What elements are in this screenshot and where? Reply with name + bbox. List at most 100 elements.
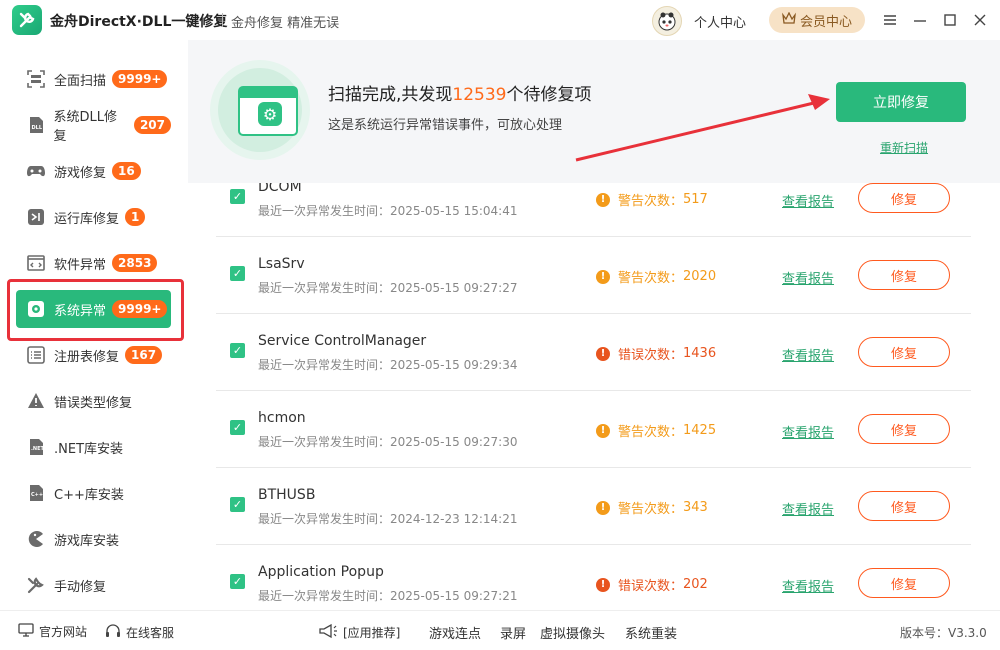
vip-center-button[interactable]: 会员中心: [769, 7, 865, 33]
sidebar-item-dll-repair[interactable]: DLL 系统DLL修复 207: [16, 106, 171, 144]
fix-button[interactable]: 修复: [858, 337, 950, 367]
avatar[interactable]: [652, 6, 682, 36]
svg-text:C++: C++: [31, 492, 43, 498]
minimize-icon[interactable]: [910, 10, 930, 30]
view-report-link[interactable]: 查看报告: [782, 191, 834, 210]
sidebar-item-label: 系统异常: [54, 303, 107, 319]
sidebar-item-software-error[interactable]: 软件异常 2853: [16, 244, 171, 282]
online-service-link[interactable]: 在线客服: [105, 623, 174, 642]
sidebar-item-dotnet-install[interactable]: .NET .NET库安装: [16, 428, 171, 466]
time-prefix: 最近一次异常发生时间：: [258, 281, 391, 295]
crown-icon: [782, 11, 796, 28]
count-value: 2020: [683, 269, 717, 284]
svg-text:DLL: DLL: [31, 125, 42, 131]
row-checkbox[interactable]: ✓: [230, 343, 245, 358]
time-value: 2024-12-23 12:14:21: [390, 512, 518, 526]
view-report-link[interactable]: 查看报告: [782, 499, 834, 518]
sidebar-item-game-repair[interactable]: 游戏修复 16: [16, 152, 171, 190]
footer-link-virtual-camera[interactable]: 虚拟摄像头: [540, 623, 605, 642]
issue-name: BTHUSB: [258, 487, 316, 503]
title-bar: 金舟DirectX·DLL一键修复 金舟修复 精准无误 个人中心 会员中心: [0, 0, 1000, 40]
row-checkbox[interactable]: ✓: [230, 574, 245, 589]
scan-icon: [26, 69, 46, 89]
personal-center-link[interactable]: 个人中心: [694, 12, 746, 31]
sidebar-item-cpp-install[interactable]: C++ C++库安装: [16, 474, 171, 512]
warning-icon: !: [596, 192, 610, 207]
sidebar-item-label: 游戏修复: [54, 165, 107, 181]
fix-button[interactable]: 修复: [858, 260, 950, 290]
time-value: 2025-05-15 09:27:21: [390, 589, 518, 603]
fix-button[interactable]: 修复: [858, 491, 950, 521]
scan-illustration: ⚙: [210, 60, 310, 160]
row-checkbox[interactable]: ✓: [230, 497, 245, 512]
recommend-label: [应用推荐]: [318, 623, 400, 642]
list-item: ✓ LsaSrv 最近一次异常发生时间：2025-05-15 09:27:27 …: [216, 237, 971, 314]
title-divider: [222, 13, 223, 27]
issue-list[interactable]: ✓ DCOM 最近一次异常发生时间：2025-05-15 15:04:41 ! 警…: [188, 183, 1000, 610]
view-report-link[interactable]: 查看报告: [782, 422, 834, 441]
count-badge: 207: [133, 116, 171, 134]
warning-count: ! 警告次数： 2020: [596, 267, 716, 286]
sidebar-item-label: 错误类型修复: [54, 395, 133, 411]
row-checkbox[interactable]: ✓: [230, 420, 245, 435]
footer-link-auto-clicker[interactable]: 游戏连点: [429, 623, 481, 642]
footer-link-system-reinstall[interactable]: 系统重装: [625, 623, 677, 642]
count-kind: 警告次数：: [618, 194, 684, 209]
fix-button[interactable]: 修复: [858, 414, 950, 444]
row-checkbox[interactable]: ✓: [230, 266, 245, 281]
footer-link-screen-recorder[interactable]: 录屏: [500, 623, 526, 642]
annotation-arrow-icon: [575, 94, 830, 162]
count-kind: 错误次数：: [618, 579, 684, 594]
count-badge: 2853: [112, 254, 158, 272]
fix-button[interactable]: 修复: [858, 183, 950, 213]
issue-name: Application Popup: [258, 564, 384, 580]
error-count: ! 错误次数： 1436: [596, 344, 716, 363]
app-title: 金舟DirectX·DLL一键修复: [50, 14, 228, 30]
sidebar-item-manual-repair[interactable]: 手动修复: [16, 566, 171, 604]
app-slogan: 金舟修复 精准无误: [231, 16, 340, 31]
sidebar: 全面扫描 9999+ DLL 系统DLL修复 207 游戏修复 16 运行库修复…: [0, 40, 188, 610]
tools-icon: [26, 575, 46, 595]
menu-icon[interactable]: [880, 10, 900, 30]
sidebar-item-full-scan[interactable]: 全面扫描 9999+: [16, 60, 171, 98]
sidebar-item-label: 注册表修复: [54, 349, 120, 365]
count-badge: 16: [112, 162, 141, 180]
count-badge: 9999+: [112, 300, 168, 318]
view-report-link[interactable]: 查看报告: [782, 268, 834, 287]
warning-icon: !: [596, 500, 610, 515]
sidebar-item-runtime-repair[interactable]: 运行库修复 1: [16, 198, 171, 236]
count-kind: 警告次数：: [618, 502, 684, 517]
scan-illustration-inner: ⚙: [218, 68, 302, 152]
row-checkbox[interactable]: ✓: [230, 189, 245, 204]
list-item: ✓ Service ControlManager 最近一次异常发生时间：2025…: [216, 314, 971, 391]
sidebar-item-error-type-repair[interactable]: 错误类型修复: [16, 382, 171, 420]
warning-icon: [26, 391, 46, 411]
error-icon: !: [596, 577, 610, 592]
sidebar-item-label: 系统DLL修复: [53, 110, 117, 144]
rescan-link[interactable]: 重新扫描: [880, 139, 928, 156]
code-window-icon: [26, 253, 46, 273]
fix-now-button[interactable]: 立即修复: [836, 82, 966, 122]
sidebar-item-game-lib-install[interactable]: 游戏库安装: [16, 520, 171, 558]
list-item: ✓ hcmon 最近一次异常发生时间：2025-05-15 09:27:30 !…: [216, 391, 971, 468]
view-report-link[interactable]: 查看报告: [782, 576, 834, 595]
time-value: 2025-05-15 15:04:41: [390, 204, 518, 218]
official-site-link[interactable]: 官方网站: [18, 623, 87, 640]
count-kind: 错误次数：: [618, 348, 684, 363]
fix-button[interactable]: 修复: [858, 568, 950, 598]
svg-text:.NET: .NET: [31, 446, 44, 452]
window-icon-titlebar: [240, 88, 296, 98]
version-label: 版本号：V3.3.0: [900, 626, 987, 640]
view-report-link[interactable]: 查看报告: [782, 345, 834, 364]
maximize-icon[interactable]: [940, 10, 960, 30]
close-icon[interactable]: [970, 10, 990, 30]
issue-time: 最近一次异常发生时间：2025-05-15 09:27:27: [258, 279, 517, 296]
footer: 官方网站 在线客服 [应用推荐] 游戏连点 录屏 虚拟摄像头 系统重装 版本号：…: [0, 610, 1000, 650]
sidebar-item-registry-repair[interactable]: 注册表修复 167: [16, 336, 171, 374]
time-value: 2025-05-15 09:27:27: [390, 281, 518, 295]
online-service-label: 在线客服: [126, 626, 175, 640]
count-value: 517: [683, 192, 708, 207]
sidebar-item-system-error[interactable]: 系统异常 9999+: [16, 290, 171, 328]
app-logo-icon: [12, 5, 42, 35]
sidebar-item-label: C++库安装: [54, 487, 124, 503]
